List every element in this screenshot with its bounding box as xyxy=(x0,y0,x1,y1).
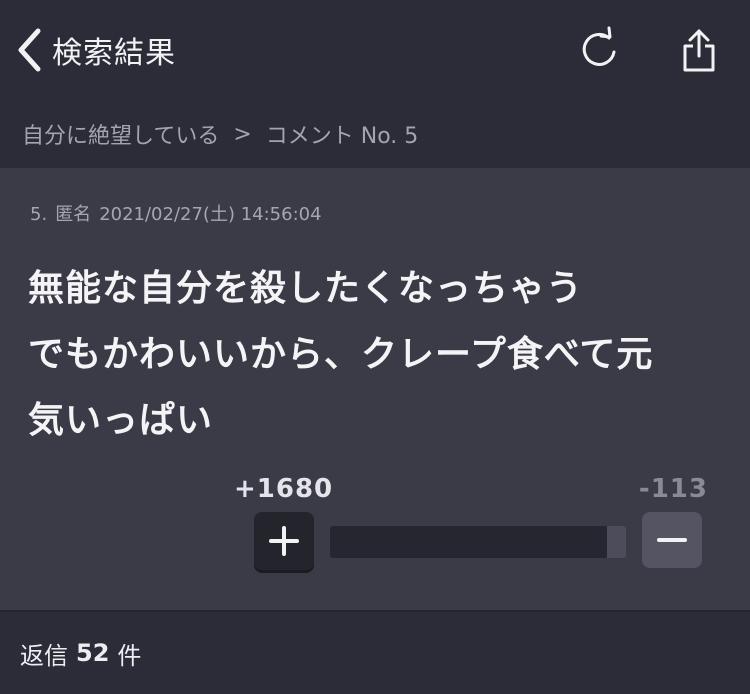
vote-ratio-minus-fill xyxy=(607,526,626,558)
replies-link[interactable]: 返信 52 件 xyxy=(0,612,750,694)
back-button[interactable]: 検索結果 xyxy=(14,24,176,76)
replies-count: 52 xyxy=(76,639,110,667)
comment-number: 5. xyxy=(30,204,48,225)
comment-card: 5. 匿名 2021/02/27(土) 14:56:04 無能な自分を殺したくなっち… xyxy=(0,168,750,610)
vote-ratio-bar xyxy=(330,526,626,558)
comment-line: でもかわいいから、クレープ食べて元 xyxy=(28,334,654,375)
replies-label: 返信 xyxy=(20,641,68,670)
share-icon xyxy=(683,29,715,72)
plus-icon xyxy=(269,526,299,556)
comment-line: 無能な自分を殺したくなっちゃう xyxy=(28,268,584,309)
comment-datetime: 2021/02/27(土) 14:56:04 xyxy=(99,204,322,225)
navigation-bar: 検索結果 xyxy=(0,0,750,100)
breadcrumb-current: コメント No. 5 xyxy=(265,124,419,149)
comment-line: 気いっぱい xyxy=(28,400,214,441)
vote-ratio-plus-fill xyxy=(330,526,608,558)
share-button[interactable] xyxy=(676,26,722,74)
breadcrumb: 自分に絶望している > コメント No. 5 xyxy=(0,100,750,168)
replies-unit: 件 xyxy=(117,641,142,670)
plus-vote-button[interactable] xyxy=(254,512,314,570)
breadcrumb-separator: > xyxy=(233,121,252,147)
reload-button[interactable] xyxy=(576,26,622,74)
breadcrumb-parent-link[interactable]: 自分に絶望している xyxy=(22,118,219,150)
reload-icon xyxy=(582,26,616,66)
comment-body: 無能な自分を殺したくなっちゃう でもかわいいから、クレープ食べて元 気いっぱい xyxy=(28,256,728,454)
minus-vote-count: -113 xyxy=(638,474,708,504)
comment-author: 匿名 xyxy=(55,204,92,225)
back-label: 検索結果 xyxy=(52,36,176,71)
minus-vote-button[interactable] xyxy=(642,512,702,568)
chevron-left-icon xyxy=(18,28,41,72)
minus-icon xyxy=(657,538,687,542)
comment-meta: 5. 匿名 2021/02/27(土) 14:56:04 xyxy=(30,200,330,226)
plus-vote-count: +1680 xyxy=(234,474,334,504)
